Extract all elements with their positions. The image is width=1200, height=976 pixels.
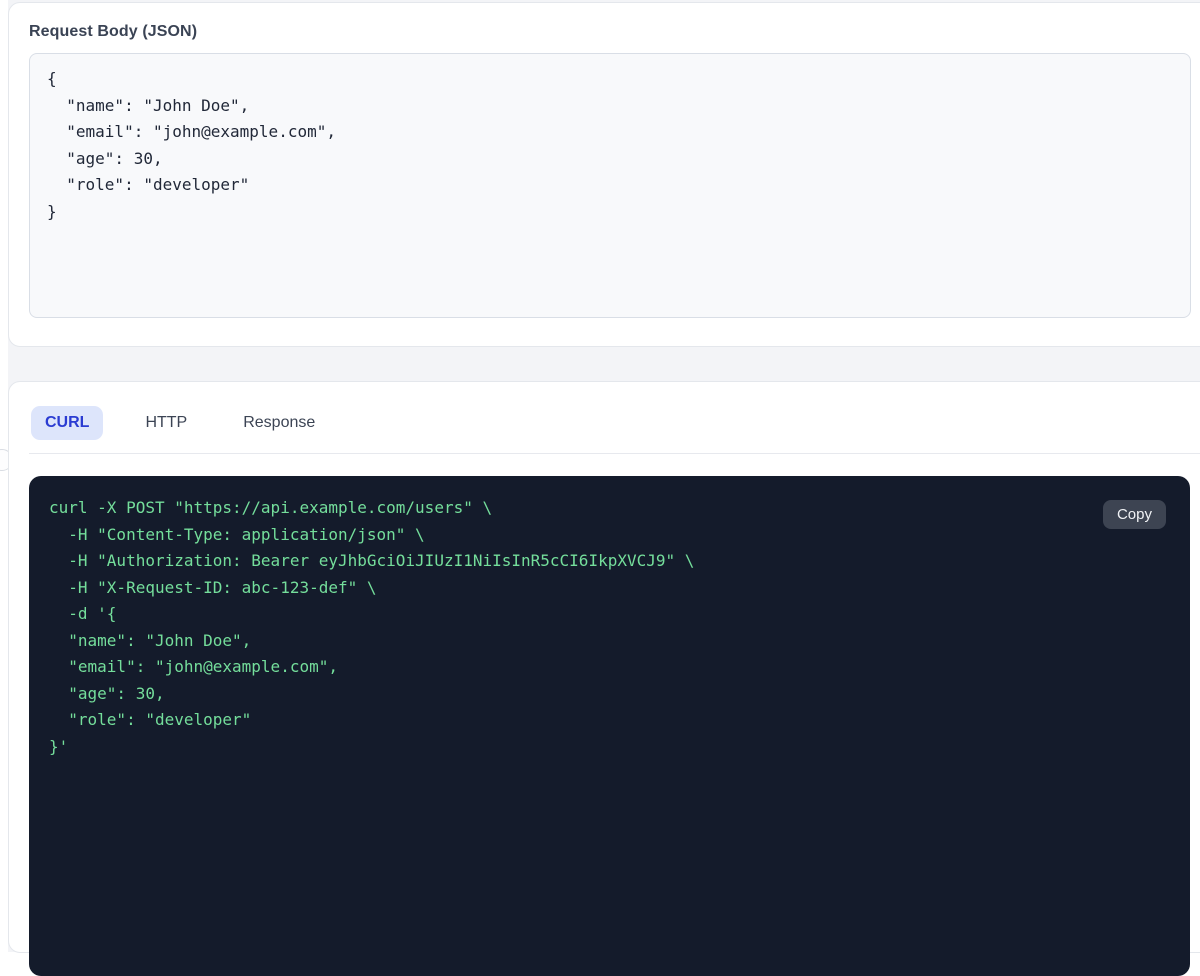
curl-code-block: curl -X POST "https://api.example.com/us… [29, 476, 1190, 976]
tab-http[interactable]: HTTP [131, 406, 201, 440]
request-body-card: Request Body (JSON) { "name": "John Doe"… [8, 2, 1200, 347]
request-body-label: Request Body (JSON) [29, 23, 1200, 41]
tab-curl[interactable]: CURL [31, 406, 103, 440]
code-tabs: CURL HTTP Response [31, 406, 1200, 440]
tabs-divider [29, 453, 1200, 454]
copy-button[interactable]: Copy [1103, 500, 1166, 529]
tab-response[interactable]: Response [229, 406, 329, 440]
code-preview-card: CURL HTTP Response curl -X POST "https:/… [8, 381, 1200, 953]
request-body-json-input[interactable]: { "name": "John Doe", "email": "john@exa… [29, 53, 1191, 318]
curl-command-text: curl -X POST "https://api.example.com/us… [49, 495, 1170, 760]
